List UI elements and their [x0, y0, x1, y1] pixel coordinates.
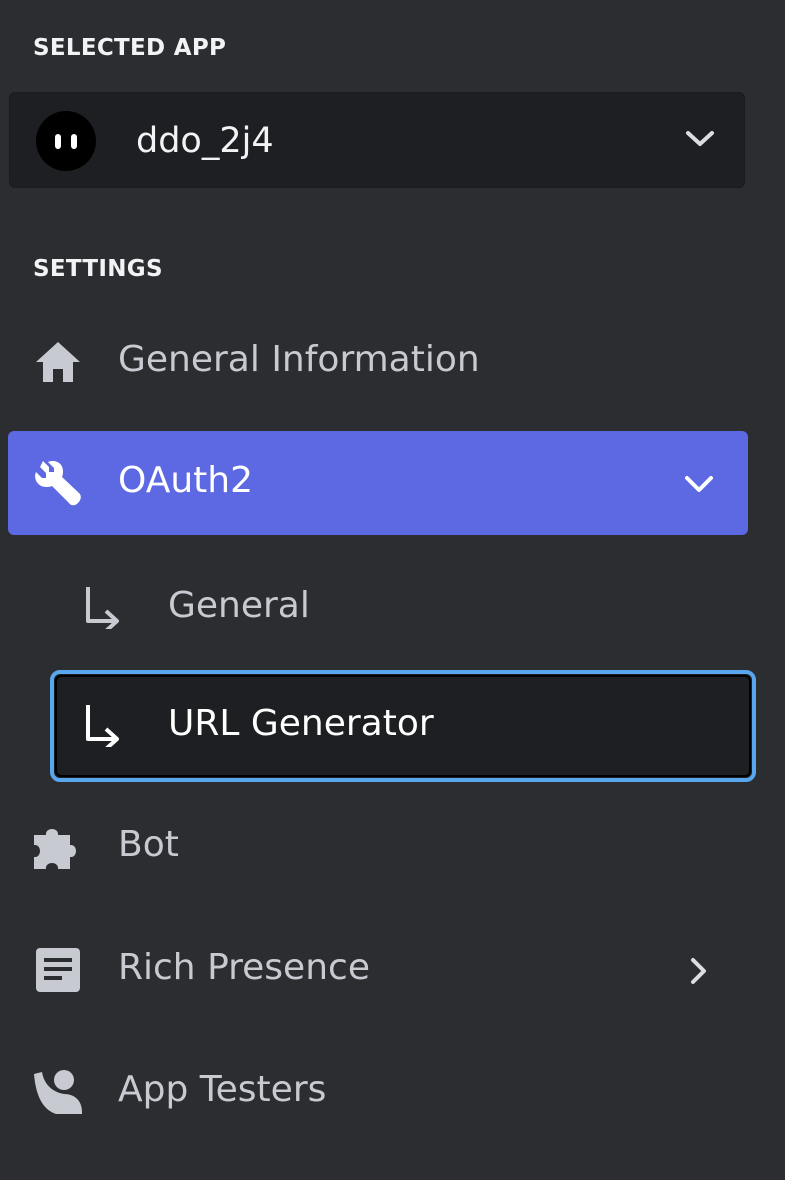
- subnav-item-general[interactable]: General: [50, 552, 756, 664]
- nav-item-rich-presence[interactable]: Rich Presence: [8, 918, 748, 1022]
- nav-item-label: Bot: [118, 824, 179, 865]
- nav-item-general-information[interactable]: General Information: [8, 310, 748, 414]
- app-avatar: [36, 111, 96, 171]
- sub-arrow-icon: [86, 587, 119, 629]
- nav-item-label: Rich Presence: [118, 947, 370, 988]
- avatar-eye-right: [71, 134, 77, 149]
- app-selector-dropdown[interactable]: ddo_2j4: [9, 92, 745, 188]
- nav-item-oauth2[interactable]: OAuth2: [8, 431, 748, 535]
- nav-item-app-testers[interactable]: App Testers: [8, 1040, 748, 1144]
- chevron-down-icon: [685, 476, 713, 492]
- document-icon: [36, 948, 80, 992]
- subnav-item-label: General: [168, 585, 310, 626]
- chevron-right-icon: [691, 958, 706, 984]
- sub-arrow-icon: [86, 705, 119, 747]
- user-tester-icon: [34, 1070, 82, 1114]
- nav-item-label: General Information: [118, 339, 480, 380]
- subnav-item-url-generator[interactable]: URL Generator: [50, 670, 756, 782]
- chevron-down-icon: [686, 131, 714, 146]
- nav-item-label: App Testers: [118, 1069, 327, 1110]
- avatar-eye-left: [55, 134, 61, 149]
- subnav-item-label: URL Generator: [168, 703, 434, 744]
- nav-item-bot[interactable]: Bot: [8, 795, 748, 899]
- settings-title: SETTINGS: [33, 256, 163, 282]
- home-icon: [36, 342, 80, 382]
- selected-app-name: ddo_2j4: [136, 121, 274, 161]
- selected-app-title: SELECTED APP: [33, 35, 227, 61]
- wrench-icon: [35, 461, 81, 506]
- puzzle-icon: [34, 829, 76, 869]
- nav-item-label: OAuth2: [118, 460, 253, 501]
